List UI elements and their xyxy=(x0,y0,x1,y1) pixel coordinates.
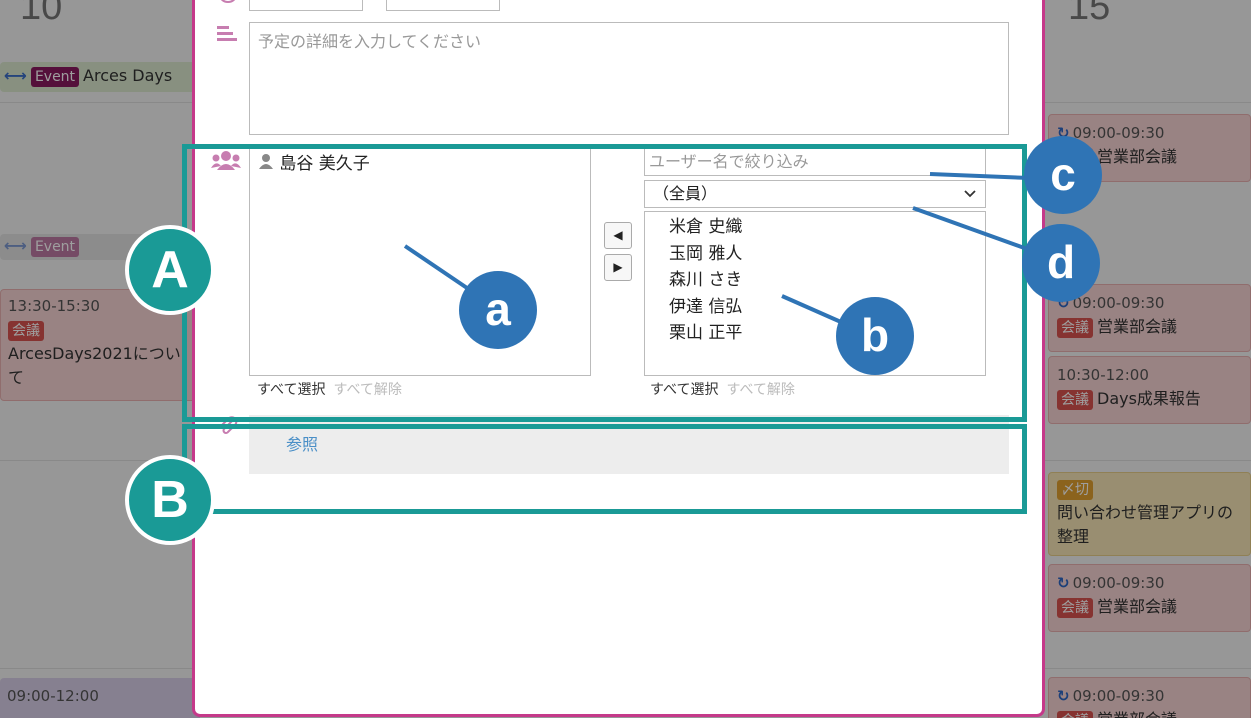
annotation-badge-A: A xyxy=(125,225,215,315)
annotation-badge-d: d xyxy=(1022,224,1100,302)
annotation-badge-a: a xyxy=(459,271,537,349)
annotation-badge-B: B xyxy=(125,455,215,545)
pointer-line-c xyxy=(929,172,1031,180)
annotation-badge-b: b xyxy=(836,297,914,375)
annotation-badge-c: c xyxy=(1024,136,1102,214)
annotation-pointers xyxy=(403,172,1031,328)
pointer-line-d xyxy=(912,206,1031,252)
pointer-line-a xyxy=(403,244,472,292)
